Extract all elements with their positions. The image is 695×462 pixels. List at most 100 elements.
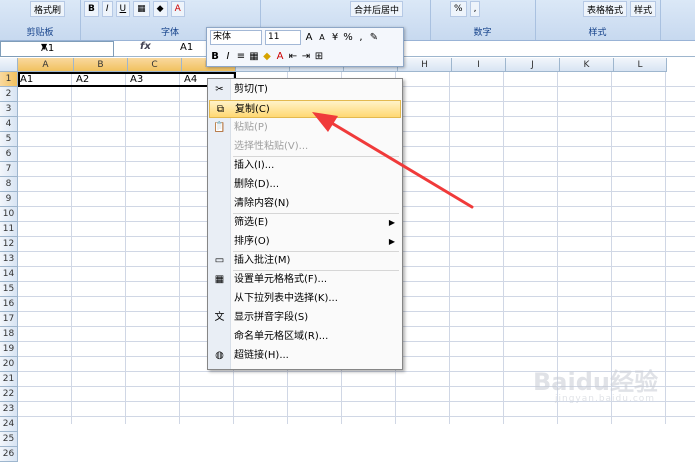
increase-decimal-icon[interactable]: ⇥	[301, 51, 311, 62]
select-all-corner[interactable]	[0, 58, 18, 72]
context-menu-item[interactable]: 从下拉列表中选择(K)...	[209, 290, 401, 308]
row-header-9[interactable]: 9	[0, 192, 18, 207]
merge-cells-icon[interactable]: ⊞	[314, 51, 324, 62]
row-header-22[interactable]: 22	[0, 387, 18, 402]
row-header-20[interactable]: 20	[0, 357, 18, 372]
context-menu-item-label: 排序(O)	[234, 236, 270, 247]
context-menu-item[interactable]: ✂ 剪切(T)	[209, 81, 401, 99]
align-center-icon[interactable]: ≡	[236, 51, 246, 62]
context-menu-item[interactable]: ⧉ 复制(C)	[209, 100, 401, 118]
context-menu-item[interactable]: 文显示拼音字段(S)	[209, 309, 401, 327]
bold-button[interactable]: B	[210, 51, 220, 62]
context-menu-item-label: 筛选(E)	[234, 217, 269, 228]
scissors-icon: ✂	[215, 84, 224, 95]
row-header-15[interactable]: 15	[0, 282, 18, 297]
context-menu-item[interactable]: 排序(O) ▶	[209, 233, 401, 251]
row-header-11[interactable]: 11	[0, 222, 18, 237]
context-menu-item[interactable]: 清除内容(N)	[209, 195, 401, 213]
row-header-5[interactable]: 5	[0, 132, 18, 147]
shrink-font-button[interactable]: A	[317, 33, 327, 42]
column-header-h[interactable]: H	[398, 58, 452, 72]
percent-button[interactable]: %	[343, 32, 353, 43]
insert-function-icon[interactable]: fx	[140, 41, 151, 52]
italic-button[interactable]: I	[223, 51, 233, 62]
column-header-b[interactable]: B	[74, 58, 128, 72]
underline-button[interactable]: U	[115, 1, 131, 17]
context-menu-item-label: 从下拉列表中选择(K)...	[234, 293, 338, 304]
row-header-19[interactable]: 19	[0, 342, 18, 357]
context-menu-item[interactable]: ◍ 超链接(H)...	[209, 347, 401, 365]
context-menu-item[interactable]: 插入(I)...	[209, 157, 401, 175]
format-painter-icon[interactable]: ✎	[369, 32, 379, 43]
border-button[interactable]: ▦	[133, 1, 150, 17]
column-header-c[interactable]: C	[128, 58, 182, 72]
row-header-12[interactable]: 12	[0, 237, 18, 252]
row-header-1[interactable]: 1	[0, 72, 18, 87]
row-header-6[interactable]: 6	[0, 147, 18, 162]
font-name-dropdown[interactable]: 宋体	[210, 29, 262, 45]
row-header-2[interactable]: 2	[0, 87, 18, 102]
row-header-8[interactable]: 8	[0, 177, 18, 192]
row-header-26[interactable]: 26	[0, 447, 18, 462]
row-header-14[interactable]: 14	[0, 267, 18, 282]
comma-button[interactable]: ,	[356, 32, 366, 43]
comment-icon: ▭	[214, 255, 225, 266]
row-header-24[interactable]: 24	[0, 417, 18, 432]
grow-font-button[interactable]: A	[304, 32, 314, 43]
context-menu-item: 选择性粘贴(V)...	[209, 138, 401, 156]
formula-input[interactable]: A1	[180, 42, 193, 53]
number-group: % , 数字	[430, 0, 536, 40]
row-header-16[interactable]: 16	[0, 297, 18, 312]
row-header-25[interactable]: 25	[0, 432, 18, 447]
cell-styles-button[interactable]: 样式	[630, 1, 657, 17]
row-header-7[interactable]: 7	[0, 162, 18, 177]
currency-icon[interactable]: ¥	[330, 32, 340, 43]
column-header-j[interactable]: J	[506, 58, 560, 72]
context-menu-item-label: 插入(I)...	[234, 160, 275, 171]
comma-button[interactable]: ,	[469, 1, 481, 17]
row-header-17[interactable]: 17	[0, 312, 18, 327]
font-color-button[interactable]: A	[170, 1, 185, 17]
column-header-l[interactable]: L	[614, 58, 667, 72]
context-menu-item[interactable]: 删除(D)...	[209, 176, 401, 194]
row-header-10[interactable]: 10	[0, 207, 18, 222]
column-header-a[interactable]: A	[18, 58, 74, 72]
italic-button[interactable]: I	[101, 1, 113, 17]
table-format-button[interactable]: 表格格式	[583, 1, 628, 17]
row-header-4[interactable]: 4	[0, 117, 18, 132]
context-menu-item-label: 设置单元格格式(F)...	[234, 274, 328, 285]
name-box[interactable]: A1 ▼	[0, 41, 114, 57]
context-menu-item-label: 粘贴(P)	[234, 122, 268, 133]
format-painter-button[interactable]: 格式刷	[30, 1, 66, 17]
row-header-21[interactable]: 21	[0, 372, 18, 387]
borders-icon[interactable]: ▦	[249, 51, 259, 62]
merge-center-button[interactable]: 合并后居中	[350, 1, 404, 17]
selection-range	[18, 72, 236, 87]
bold-button[interactable]: B	[84, 1, 99, 17]
context-menu-item-label: 插入批注(M)	[234, 255, 291, 266]
column-header-i[interactable]: I	[452, 58, 506, 72]
fill-color-button[interactable]: ◆	[152, 1, 168, 17]
context-menu-item: 📋 粘贴(P)	[209, 119, 401, 137]
phonetic-icon: 文	[214, 312, 225, 323]
decrease-decimal-icon[interactable]: ⇤	[288, 51, 298, 62]
percent-button[interactable]: %	[450, 1, 467, 17]
column-header-k[interactable]: K	[560, 58, 614, 72]
chevron-down-icon[interactable]: ▼	[41, 42, 111, 51]
context-menu-item-label: 删除(D)...	[234, 179, 280, 190]
font-color-button[interactable]: A	[275, 51, 285, 62]
row-header-23[interactable]: 23	[0, 402, 18, 417]
clipboard-group-label: 剪贴板	[26, 28, 54, 38]
context-menu-item[interactable]: 筛选(E) ▶	[209, 214, 401, 232]
context-menu-item[interactable]: 命名单元格区域(R)...	[209, 328, 401, 346]
context-menu-item[interactable]: ▭ 插入批注(M)	[209, 252, 401, 270]
row-header-3[interactable]: 3	[0, 102, 18, 117]
styles-group-label: 样式	[588, 28, 607, 38]
row-header-18[interactable]: 18	[0, 327, 18, 342]
paste-icon: 📋	[213, 122, 226, 133]
context-menu-item[interactable]: ▦ 设置单元格格式(F)...	[209, 271, 401, 289]
font-size-dropdown[interactable]: 11	[265, 29, 301, 45]
hyperlink-icon: ◍	[215, 350, 224, 361]
row-header-13[interactable]: 13	[0, 252, 18, 267]
fill-color-icon[interactable]: ◆	[262, 51, 272, 62]
